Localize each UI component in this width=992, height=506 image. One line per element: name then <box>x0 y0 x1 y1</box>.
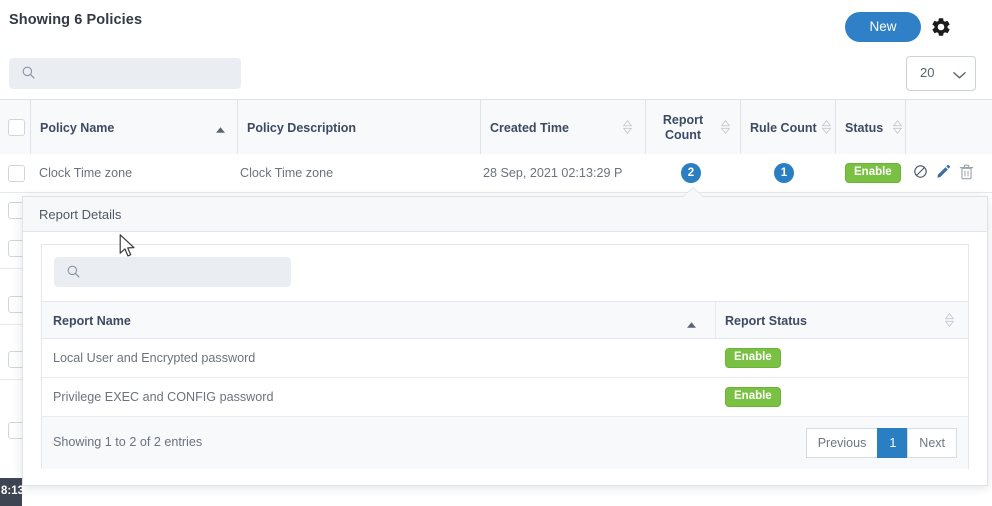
column-label: Policy Name <box>40 120 115 135</box>
column-label: Policy Description <box>247 120 357 135</box>
column-label: Report Name <box>53 313 131 328</box>
search-input[interactable] <box>41 58 235 91</box>
page-size-select[interactable]: 20 <box>906 56 976 91</box>
table-header: Policy Name Policy Description Created T… <box>0 99 992 156</box>
cell-policy-name: Clock Time zone <box>39 166 133 180</box>
toolbar: 20 <box>0 52 992 96</box>
cell-report-status[interactable]: Enable <box>725 378 781 416</box>
column-label: Created Time <box>490 120 569 135</box>
popover-caret <box>683 188 703 197</box>
report-status-badge[interactable]: Enable <box>725 387 781 407</box>
report-details-popover: Report Details Report Name Report Status <box>22 187 988 486</box>
column-label: Status <box>845 120 884 135</box>
taskbar: 8:13 <box>0 478 25 506</box>
column-header-created-time[interactable]: Created Time <box>480 100 645 155</box>
table-row[interactable]: Clock Time zone Clock Time zone 28 Sep, … <box>0 154 992 193</box>
sort-ascending-icon <box>687 317 696 328</box>
pagination-previous[interactable]: Previous <box>805 428 878 458</box>
status-badge[interactable]: Enable <box>845 163 901 183</box>
column-header-status[interactable]: Status <box>835 100 905 155</box>
select-all-checkbox[interactable] <box>8 119 25 136</box>
pagination-page-1[interactable]: 1 <box>877 428 908 458</box>
popover-header: Report Details <box>23 197 987 232</box>
select-all-checkbox-wrap[interactable] <box>8 119 25 136</box>
column-label-line2: Count <box>664 128 702 142</box>
report-search-input[interactable] <box>86 257 285 289</box>
cell-report-name: Local User and Encrypted password <box>53 351 256 365</box>
popover-title: Report Details <box>39 207 122 222</box>
edit-icon[interactable] <box>936 164 951 182</box>
sort-updown-icon <box>821 119 832 135</box>
page-title: Showing 6 Policies <box>9 12 143 28</box>
cell-report-name: Privilege EXEC and CONFIG password <box>53 390 274 404</box>
gear-icon[interactable] <box>930 16 952 38</box>
cell-report-status[interactable]: Enable <box>725 339 781 377</box>
entries-summary: Showing 1 to 2 of 2 entries <box>53 435 203 449</box>
disable-icon[interactable] <box>913 164 928 182</box>
report-table-header: Report Name Report Status <box>42 301 968 339</box>
column-header-report-name[interactable]: Report Name <box>53 302 713 339</box>
column-header-report-status[interactable]: Report Status <box>725 302 968 339</box>
report-search-box[interactable] <box>54 257 291 289</box>
sort-updown-icon <box>892 119 903 135</box>
column-header-report-count[interactable]: Report Count <box>645 100 740 155</box>
sort-updown-icon <box>944 312 955 328</box>
search-box[interactable] <box>9 58 241 91</box>
row-checkbox[interactable] <box>8 164 25 182</box>
cell-created-time: 28 Sep, 2021 02:13:29 P <box>483 166 623 180</box>
column-header-actions <box>905 100 992 155</box>
cell-actions[interactable] <box>913 154 974 192</box>
pagination[interactable]: Previous 1 Next <box>805 428 957 458</box>
report-row[interactable]: Privilege EXEC and CONFIG password Enabl… <box>42 378 968 417</box>
column-header-rule-count[interactable]: Rule Count <box>740 100 835 155</box>
sort-updown-icon <box>622 119 633 135</box>
column-label: Report Status <box>725 313 807 328</box>
search-icon <box>66 264 81 282</box>
column-label-line1: Report <box>662 113 704 127</box>
new-button[interactable]: New <box>845 12 921 42</box>
column-label: Rule Count <box>750 120 817 135</box>
report-status-badge[interactable]: Enable <box>725 348 781 368</box>
rule-count-badge[interactable]: 1 <box>774 163 794 183</box>
column-header-policy-description[interactable]: Policy Description <box>237 100 480 155</box>
cell-rule-count[interactable]: 1 <box>774 154 794 192</box>
row-checkbox-cell[interactable] <box>8 154 25 192</box>
report-details-card: Report Name Report Status Local User and… <box>41 244 969 469</box>
cell-status[interactable]: Enable <box>845 154 901 192</box>
column-divider <box>715 302 716 339</box>
report-row[interactable]: Local User and Encrypted password Enable <box>42 339 968 378</box>
page-header: Showing 6 Policies New <box>0 0 992 52</box>
pagination-next[interactable]: Next <box>907 428 957 458</box>
report-table-footer: Showing 1 to 2 of 2 entries Previous 1 N… <box>42 417 968 469</box>
chevron-down-icon <box>953 68 966 83</box>
taskbar-clock: 8:13 <box>1 485 25 497</box>
report-count-badge[interactable]: 2 <box>681 163 701 183</box>
cell-policy-description: Clock Time zone <box>240 166 334 180</box>
page-size-value: 20 <box>920 65 935 80</box>
search-icon <box>21 65 36 83</box>
sort-updown-icon <box>720 119 731 135</box>
sort-ascending-icon <box>216 122 225 133</box>
delete-icon[interactable] <box>959 164 974 183</box>
column-header-policy-name[interactable]: Policy Name <box>30 100 237 155</box>
